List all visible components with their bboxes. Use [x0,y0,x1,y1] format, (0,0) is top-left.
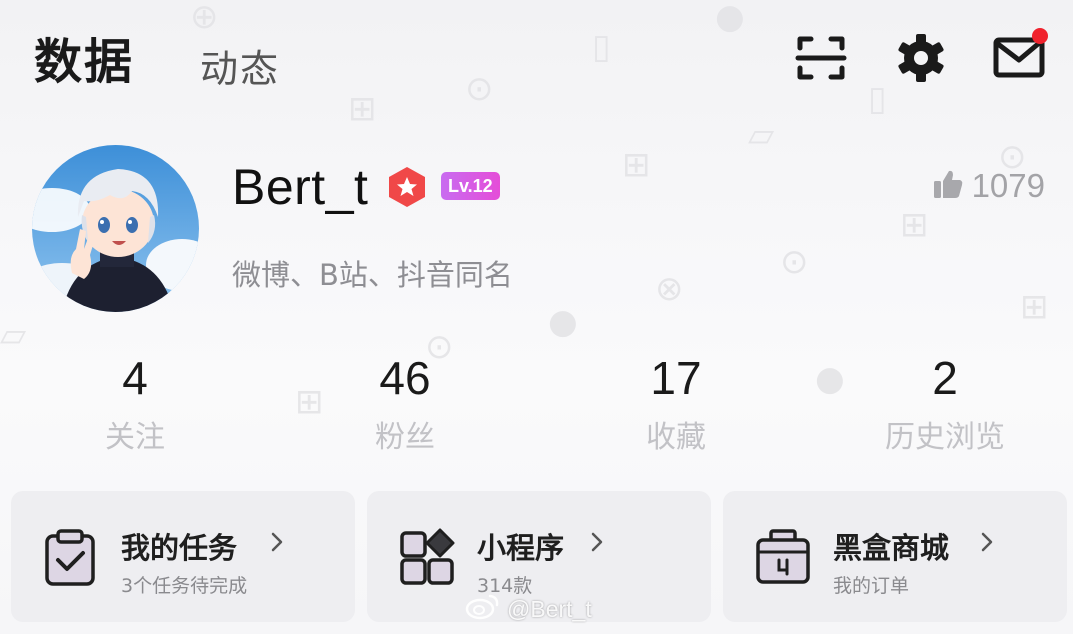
stat-favorites[interactable]: 17 收藏 [576,350,776,456]
stat-label: 收藏 [646,420,706,455]
chevron-right-icon [979,531,995,553]
stat-label: 历史浏览 [885,420,1005,455]
background-logo: ⊙ [465,69,494,109]
scan-icon[interactable] [793,30,849,86]
stat-value: 4 [122,352,148,404]
likes-count: 1079 [971,167,1045,204]
tab-data[interactable]: 数据 [34,22,134,92]
avatar[interactable] [32,145,199,312]
background-logo: ● [715,0,745,37]
card-subtitle: 3个任务待完成 [121,575,248,597]
gear-icon[interactable] [893,30,949,86]
stat-following[interactable]: 4 关注 [35,350,235,456]
background-logo: ⊞ [900,205,929,245]
stat-history[interactable]: 2 历史浏览 [845,350,1045,456]
level-badge[interactable]: Lv.12 [441,172,500,200]
bio-text: 微博、B站、抖音同名 [232,258,513,292]
stat-value: 2 [932,352,958,404]
mini-apps-icon [399,528,455,586]
clipboard-check-icon [43,528,99,586]
weibo-logo-icon [465,592,501,626]
notification-dot [1032,28,1048,44]
background-logo: ⊞ [1020,287,1049,327]
stat-value: 17 [650,352,702,404]
watermark-text: @Bert_t [507,595,592,622]
card-my-tasks[interactable]: 我的任务 3个任务待完成 [11,491,355,622]
background-logo: ▱ [748,115,775,155]
username: Bert_t [232,159,369,215]
stat-followers[interactable]: 46 粉丝 [305,350,505,456]
shop-box-icon [755,528,811,586]
stat-label: 关注 [105,420,165,455]
stat-label: 粉丝 [375,420,435,455]
card-title: 黑盒商城 [833,531,950,565]
background-logo: ● [815,359,845,399]
watermark: @Bert_t [465,592,592,626]
card-title: 小程序 [477,531,565,565]
tab-feed[interactable]: 动态 [200,38,280,93]
likes-counter: 1079 [932,166,1045,206]
background-logo: ⊞ [622,145,651,185]
background-logo: ▯ [592,27,611,67]
verified-badge-icon[interactable] [386,165,428,209]
background-logo: ⊗ [655,269,684,309]
card-title: 我的任务 [121,531,238,565]
profile-page: ⊕ ⊞ ⊙ ▯ ⊞ ● ▱ ▯ ⊞ ⊙ ⊗ ⊙ ⊞ ● ▱ ⊞ ● ⊙ 数据 动… [0,0,1073,634]
card-heybox-mall[interactable]: 黑盒商城 我的订单 [723,491,1067,622]
thumbs-up-icon [932,168,964,204]
card-subtitle: 我的订单 [833,575,910,597]
background-logo: ● [548,302,578,342]
background-logo: ▯ [868,79,887,119]
background-logo: ⊕ [190,0,219,37]
stat-value: 46 [379,352,431,404]
background-logo: ▱ [0,315,27,355]
background-logo: ⊙ [780,242,809,282]
background-logo: ⊞ [348,89,377,129]
chevron-right-icon [269,531,285,553]
chevron-right-icon [589,531,605,553]
